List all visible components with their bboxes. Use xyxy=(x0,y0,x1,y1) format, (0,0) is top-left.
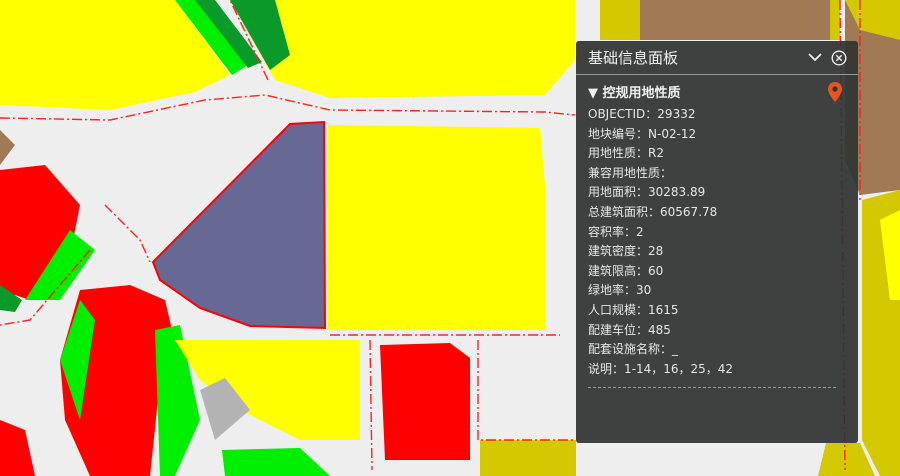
panel-title: 基础信息面板 xyxy=(588,49,679,67)
chevron-down-icon[interactable] xyxy=(806,49,824,67)
parcel-brown[interactable] xyxy=(640,0,830,40)
attribute-label: 地块编号： xyxy=(588,126,649,141)
attribute-value: 60567.78 xyxy=(660,204,718,219)
attribute-value: 485 xyxy=(648,322,671,337)
attribute-label: 配套设施名称： xyxy=(588,342,673,357)
attribute-label: 说明： xyxy=(588,361,625,376)
attribute-label: 总建筑面积： xyxy=(588,204,661,219)
attribute-label: 兼容用地性质： xyxy=(588,165,673,180)
attribute-label: 建筑密度： xyxy=(588,244,649,259)
attribute-row: OBJECTID：29332 xyxy=(588,105,846,125)
triangle-down-icon: ▼ xyxy=(588,86,598,101)
attribute-value: 30 xyxy=(636,283,652,298)
attribute-value: 60 xyxy=(648,263,664,278)
parcel-mixed[interactable] xyxy=(480,440,576,476)
attribute-value: N-02-12 xyxy=(648,126,697,141)
parcel-commercial[interactable] xyxy=(380,343,470,460)
section-toggle[interactable]: ▼ 控规用地性质 xyxy=(588,83,846,105)
attribute-row: 建筑密度：28 xyxy=(588,242,846,262)
attribute-row: 容积率：2 xyxy=(588,223,846,243)
attribute-row: 配建车位：485 xyxy=(588,321,846,341)
attribute-value: 29332 xyxy=(657,107,696,121)
section-title: 控规用地性质 xyxy=(602,86,681,101)
attribute-value: 2 xyxy=(636,224,644,239)
map-pin-icon[interactable] xyxy=(828,82,842,106)
attribute-row: 用地面积：30283.89 xyxy=(588,183,846,203)
attribute-row: 总建筑面积：60567.78 xyxy=(588,203,846,223)
attribute-row: 绿地率：30 xyxy=(588,281,846,301)
attribute-list: OBJECTID：29332 地块编号：N-02-12 用地性质：R2 兼容用地性质：… xyxy=(588,105,846,379)
attribute-row: 说明：1-14，16，25，42 xyxy=(588,360,846,380)
attribute-value: 30283.89 xyxy=(648,185,706,200)
info-panel: 基础信息面板 ▼ 控规用地性质 OBJECTID：29332 地块编号：N-02-… xyxy=(576,41,858,443)
attribute-value: 1615 xyxy=(648,302,679,317)
attribute-label: 建筑限高： xyxy=(588,263,649,278)
attribute-label: 用地面积： xyxy=(588,185,649,200)
attribute-label: 容积率： xyxy=(588,224,637,239)
attribute-row: 用地性质：R2 xyxy=(588,144,846,164)
close-circle-icon[interactable] xyxy=(830,49,848,67)
attribute-label: 用地性质： xyxy=(588,146,649,161)
section-land-use: ▼ 控规用地性质 OBJECTID：29332 地块编号：N-02-12 用地性质：… xyxy=(576,75,858,389)
attribute-label: OBJECTID： xyxy=(588,107,658,121)
divider xyxy=(588,387,836,389)
attribute-value: _ xyxy=(672,342,679,357)
attribute-value: 28 xyxy=(648,244,664,259)
attribute-row: 配套设施名称：_ xyxy=(588,340,846,360)
attribute-label: 配建车位： xyxy=(588,322,649,337)
parcel-residential[interactable] xyxy=(328,125,545,330)
attribute-row: 地块编号：N-02-12 xyxy=(588,125,846,145)
attribute-row: 人口规模：1615 xyxy=(588,301,846,321)
attribute-value: 1-14，16，25，42 xyxy=(624,361,734,376)
attribute-row: 兼容用地性质： xyxy=(588,164,846,184)
attribute-label: 绿地率： xyxy=(588,283,637,298)
attribute-value: R2 xyxy=(648,146,664,161)
attribute-label: 人口规模： xyxy=(588,302,649,317)
panel-header: 基础信息面板 xyxy=(576,41,858,75)
attribute-row: 建筑限高：60 xyxy=(588,262,846,282)
